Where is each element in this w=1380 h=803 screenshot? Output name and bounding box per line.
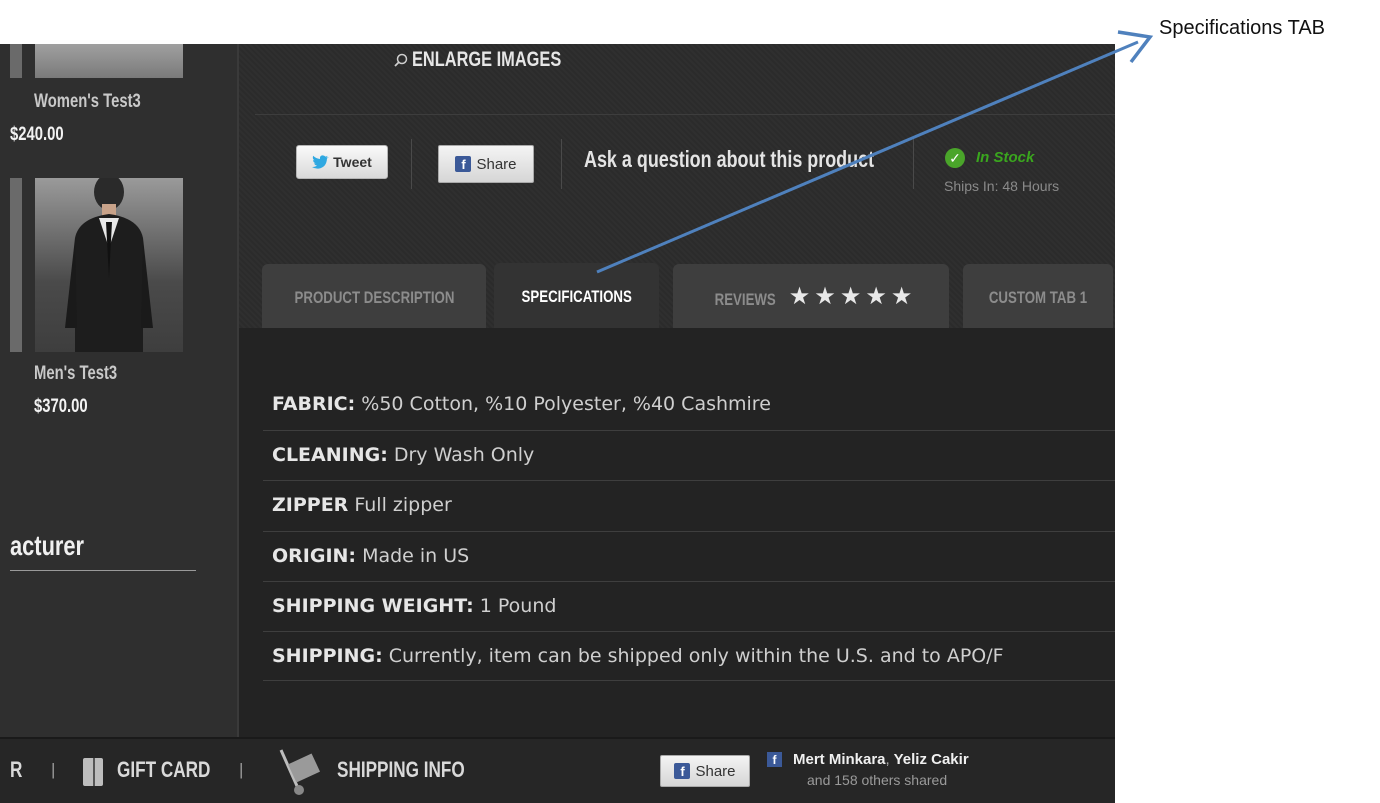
annotation-label: Specifications TAB <box>1159 17 1326 39</box>
annotation-arrow <box>596 30 1154 274</box>
